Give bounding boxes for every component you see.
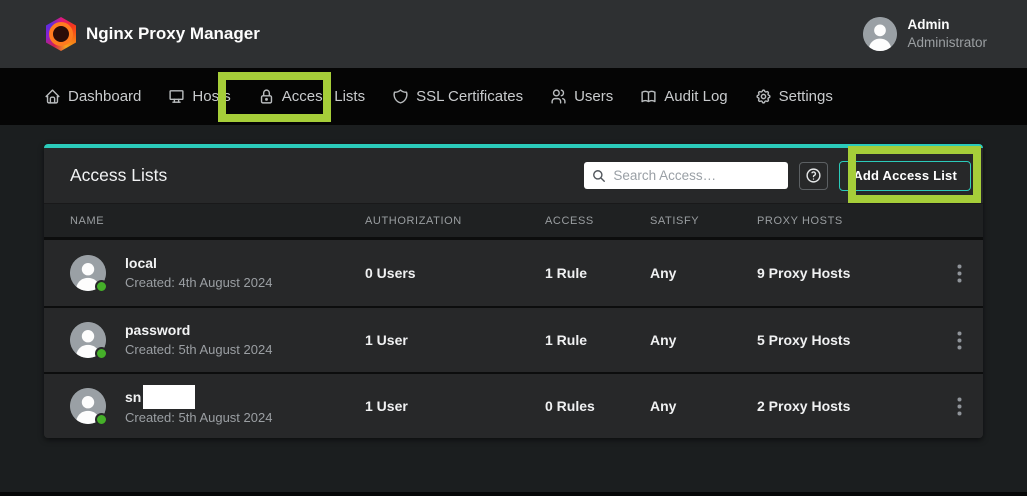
search-box (584, 162, 788, 189)
table-body: local Created: 4th August 2024 0 Users 1… (44, 240, 983, 438)
lock-icon (258, 88, 275, 105)
search-icon (592, 169, 606, 183)
top-header-bar: Nginx Proxy Manager Admin Administrator (0, 0, 1027, 68)
satisfy-cell: Any (650, 398, 757, 414)
nav-item-hosts[interactable]: Hosts (168, 88, 230, 105)
nav-label: Dashboard (68, 88, 141, 105)
main-navigation: Dashboard Hosts Access Lists SSL Certifi… (0, 68, 1027, 125)
satisfy-cell: Any (650, 265, 757, 281)
column-header-name: NAME (70, 215, 365, 227)
proxy-hosts-cell: 2 Proxy Hosts (757, 398, 934, 414)
home-icon (44, 88, 61, 105)
user-avatar (863, 17, 897, 51)
nav-label: Users (574, 88, 613, 105)
access-cell: 0 Rules (545, 398, 650, 414)
table-row: sn Created: 5th August 2024 1 User 0 Rul… (44, 372, 983, 438)
access-list-name: local (125, 253, 272, 273)
panel-actions: Add Access List (584, 161, 971, 191)
kebab-vertical-icon (957, 331, 962, 350)
nav-item-audit-log[interactable]: Audit Log (640, 88, 727, 105)
row-avatar (70, 255, 106, 291)
gear-icon (755, 88, 772, 105)
table-row: password Created: 5th August 2024 1 User… (44, 306, 983, 372)
name-cell: password Created: 5th August 2024 (70, 320, 365, 359)
kebab-vertical-icon (957, 397, 962, 416)
row-menu-button[interactable] (948, 260, 970, 286)
row-avatar (70, 388, 106, 424)
proxy-hosts-cell: 9 Proxy Hosts (757, 265, 934, 281)
nav-item-settings[interactable]: Settings (755, 88, 833, 105)
nav-label: Audit Log (664, 88, 727, 105)
access-cell: 1 Rule (545, 265, 650, 281)
question-circle-icon (805, 167, 822, 184)
search-input[interactable] (613, 168, 780, 183)
created-date: Created: 4th August 2024 (125, 274, 272, 293)
shield-icon (392, 88, 409, 105)
redaction-box (143, 385, 195, 409)
created-date: Created: 5th August 2024 (125, 409, 272, 428)
column-header-proxy-hosts: PROXY HOSTS (757, 215, 934, 227)
name-cell: sn Created: 5th August 2024 (70, 385, 365, 428)
users-icon (550, 88, 567, 105)
app-title: Nginx Proxy Manager (86, 24, 260, 44)
nav-label: Settings (779, 88, 833, 105)
access-list-name: sn (125, 385, 272, 409)
page-title: Access Lists (70, 165, 167, 186)
row-menu-button[interactable] (948, 327, 970, 353)
kebab-vertical-icon (957, 264, 962, 283)
user-menu[interactable]: Admin Administrator (863, 16, 987, 51)
created-date: Created: 5th August 2024 (125, 341, 272, 360)
authorization-cell: 1 User (365, 398, 545, 414)
nav-label: Access Lists (282, 88, 365, 105)
authorization-cell: 1 User (365, 332, 545, 348)
nav-item-users[interactable]: Users (550, 88, 613, 105)
help-button[interactable] (799, 162, 828, 190)
access-cell: 1 Rule (545, 332, 650, 348)
column-header-authorization: AUTHORIZATION (365, 215, 545, 227)
monitor-icon (168, 88, 185, 105)
nav-item-ssl-certificates[interactable]: SSL Certificates (392, 88, 523, 105)
authorization-cell: 0 Users (365, 265, 545, 281)
online-dot-icon (95, 280, 108, 293)
satisfy-cell: Any (650, 332, 757, 348)
user-name: Admin (907, 16, 987, 34)
row-menu-button[interactable] (948, 393, 970, 419)
column-header-satisfy: SATISFY (650, 215, 757, 227)
column-header-access: ACCESS (545, 215, 650, 227)
panel-header: Access Lists Add Access List (44, 148, 983, 203)
table-header-row: NAME AUTHORIZATION ACCESS SATISFY PROXY … (44, 203, 983, 240)
book-icon (640, 88, 657, 105)
nav-label: Hosts (192, 88, 230, 105)
npm-logo-icon (46, 17, 76, 51)
table-row: local Created: 4th August 2024 0 Users 1… (44, 240, 983, 306)
row-avatar (70, 322, 106, 358)
online-dot-icon (95, 347, 108, 360)
bottom-edge-strip (0, 492, 1027, 496)
access-list-name: password (125, 320, 272, 340)
online-dot-icon (95, 413, 108, 426)
name-cell: local Created: 4th August 2024 (70, 253, 365, 292)
access-lists-panel: Access Lists Add Access List NAME AUTHOR… (44, 144, 983, 438)
nav-label: SSL Certificates (416, 88, 523, 105)
nav-item-access-lists[interactable]: Access Lists (258, 88, 365, 105)
proxy-hosts-cell: 5 Proxy Hosts (757, 332, 934, 348)
user-role: Administrator (907, 34, 987, 52)
add-access-list-button[interactable]: Add Access List (839, 161, 971, 191)
nav-item-dashboard[interactable]: Dashboard (44, 88, 141, 105)
